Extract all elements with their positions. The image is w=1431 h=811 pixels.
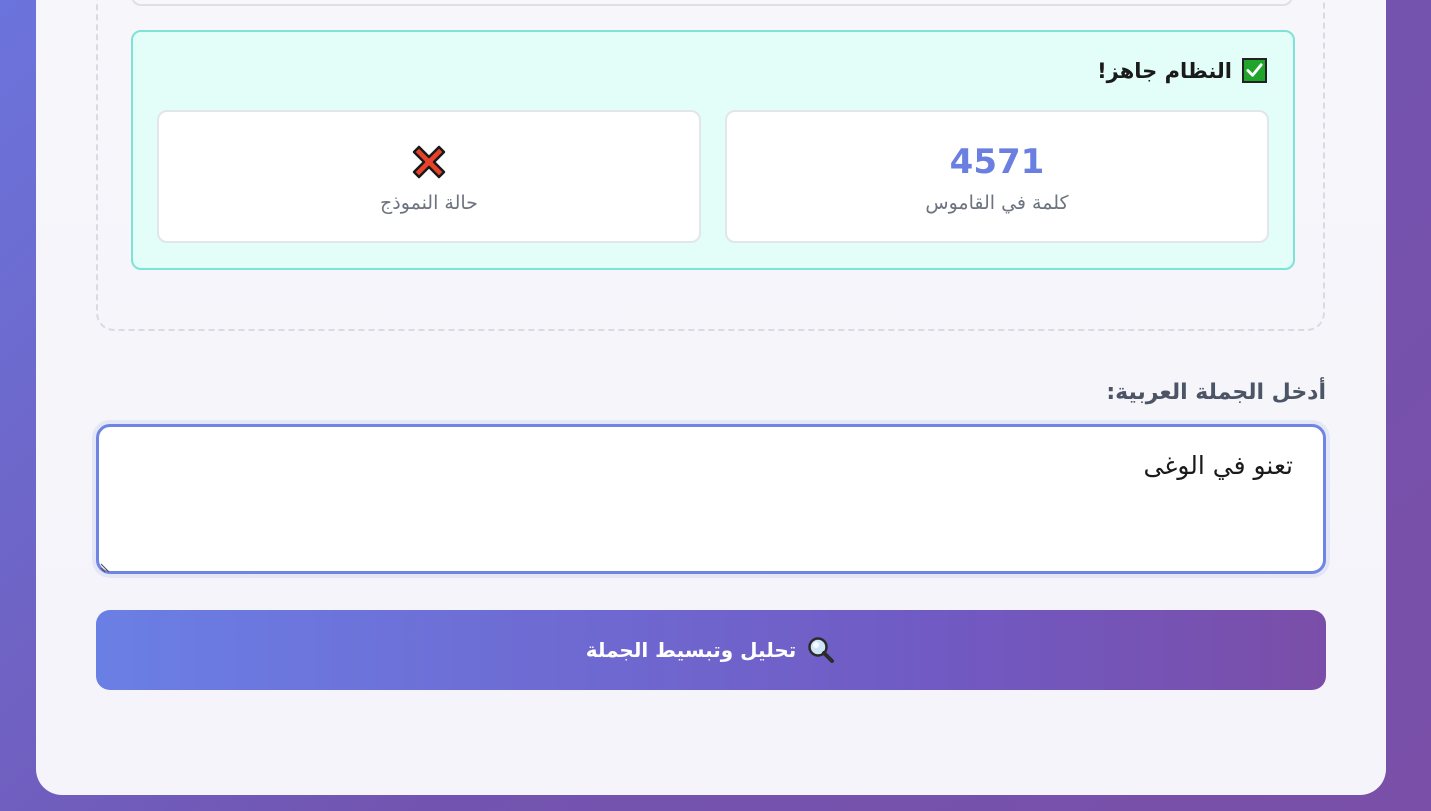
status-title: النظام جاهز! <box>1097 58 1267 83</box>
dictionary-stat-card: 4571 كلمة في القاموس <box>725 110 1269 243</box>
status-title-text: النظام جاهز! <box>1097 58 1232 83</box>
model-stat-card: حالة النموذج <box>157 110 701 243</box>
model-label: حالة النموذج <box>380 192 478 214</box>
status-section: النظام جاهز! 4571 كلمة في القاموس حالة ا… <box>96 0 1325 331</box>
cross-mark-icon <box>408 141 450 183</box>
dictionary-label: كلمة في القاموس <box>925 192 1069 214</box>
analyze-simplify-button[interactable]: تحليل وتبسيط الجملة <box>96 610 1326 690</box>
main-card: النظام جاهز! 4571 كلمة في القاموس حالة ا… <box>36 0 1386 795</box>
dictionary-count: 4571 <box>949 142 1045 182</box>
sentence-input[interactable]: تعنو في الوغى <box>96 424 1326 574</box>
system-status-panel: النظام جاهز! 4571 كلمة في القاموس حالة ا… <box>131 30 1295 270</box>
previous-panel <box>131 0 1293 6</box>
analyze-button-label: تحليل وتبسيط الجملة <box>585 638 797 662</box>
checkmark-icon <box>1242 58 1267 83</box>
search-icon <box>806 635 836 665</box>
resize-handle-icon[interactable] <box>100 558 112 573</box>
sentence-input-label: أدخل الجملة العربية: <box>1106 380 1326 405</box>
